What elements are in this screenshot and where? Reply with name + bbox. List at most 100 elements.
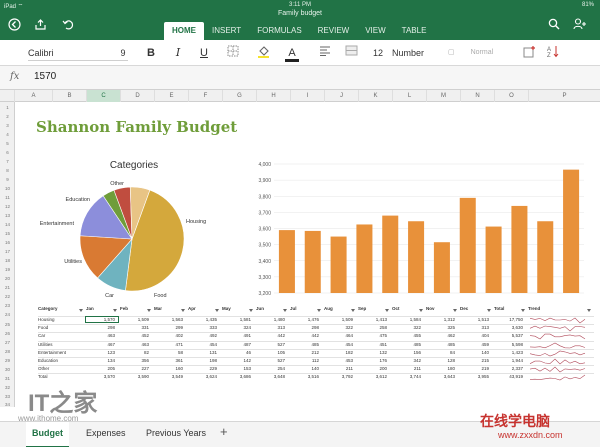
table-cell[interactable]: 3,643	[426, 374, 458, 379]
table-cell[interactable]: 322	[392, 325, 424, 330]
table-cell[interactable]: 3,648	[256, 374, 288, 379]
table-cell[interactable]: 3,549	[154, 374, 186, 379]
table-cell[interactable]: 527	[256, 358, 288, 363]
column-header-j[interactable]: J	[325, 90, 359, 102]
table-cell[interactable]: 453	[324, 358, 356, 363]
table-cell[interactable]: 3,516	[290, 374, 322, 379]
font-size-value[interactable]: 9	[118, 45, 128, 61]
table-cell[interactable]: 451	[358, 342, 390, 347]
table-header-jun[interactable]: Jun	[256, 306, 288, 316]
table-cell[interactable]: 299	[154, 325, 186, 330]
number-format-dropdown[interactable]: Number	[392, 45, 438, 61]
table-header-jan[interactable]: Jan	[86, 306, 118, 316]
table-cell[interactable]: 459	[460, 342, 492, 347]
table-cell[interactable]: 58	[154, 350, 186, 355]
add-sheet-button[interactable]: +	[220, 424, 228, 439]
sheet-tab-budget[interactable]: Budget	[26, 422, 69, 447]
table-header-jul[interactable]: Jul	[290, 306, 322, 316]
fill-color-icon[interactable]	[256, 45, 270, 61]
row-header-13[interactable]: 13	[0, 213, 15, 218]
row-header-10[interactable]: 10	[0, 186, 15, 191]
table-row-label[interactable]: Car	[38, 333, 84, 338]
table-cell[interactable]: 3,955	[460, 374, 492, 379]
table-cell[interactable]: 132	[358, 350, 390, 355]
table-header-apr[interactable]: Apr	[188, 306, 220, 316]
back-icon[interactable]	[6, 17, 22, 31]
column-header-o[interactable]: O	[495, 90, 529, 102]
table-cell[interactable]: 3,612	[358, 374, 390, 379]
table-row-label[interactable]: Total	[38, 374, 84, 379]
bar-apr[interactable]	[356, 224, 373, 293]
column-header-k[interactable]: K	[359, 90, 393, 102]
underline-button[interactable]: U	[198, 45, 210, 61]
table-cell[interactable]: 361	[154, 358, 186, 363]
column-header-l[interactable]: L	[393, 90, 427, 102]
row-header-15[interactable]: 15	[0, 231, 15, 236]
column-header-a[interactable]: A	[15, 90, 53, 102]
table-cell[interactable]: 442	[256, 333, 288, 338]
table-cell[interactable]: 527	[256, 342, 288, 347]
font-color-button[interactable]: A	[284, 45, 300, 62]
column-header-g[interactable]: G	[223, 90, 257, 102]
table-cell[interactable]: 211	[324, 366, 356, 371]
table-cell[interactable]: 455	[392, 333, 424, 338]
formula-input[interactable]: 1570	[34, 71, 56, 82]
monthly-total-bar-chart[interactable]: 3,200 3,300 3,400 3,500 3,600 3,700 3,800 3,900…	[248, 158, 592, 300]
table-cell[interactable]: 485	[392, 342, 424, 347]
column-header-d[interactable]: D	[121, 90, 155, 102]
table-header-sep[interactable]: Sep	[358, 306, 390, 316]
table-cell[interactable]: 491	[222, 333, 254, 338]
table-cell[interactable]: 153	[222, 366, 254, 371]
table-cell[interactable]: 105	[256, 350, 288, 355]
table-cell[interactable]: 258	[358, 325, 390, 330]
table-header-dec[interactable]: Dec	[460, 306, 492, 316]
table-cell[interactable]: 454	[188, 342, 220, 347]
number-size[interactable]: 12	[372, 45, 384, 61]
select-all-corner[interactable]	[0, 90, 15, 102]
table-row-label[interactable]: Housing	[38, 317, 84, 322]
bar-dec[interactable]	[563, 169, 580, 293]
table-cell[interactable]: 17,750	[494, 317, 526, 322]
sort-filter-icon[interactable]: AZ	[546, 45, 564, 61]
table-cell[interactable]: 82	[120, 350, 152, 355]
search-icon[interactable]	[546, 17, 562, 31]
share-icon[interactable]	[32, 17, 48, 31]
table-cell[interactable]: 313	[256, 325, 288, 330]
table-cell[interactable]: 142	[222, 358, 254, 363]
table-cell[interactable]: 43,919	[494, 374, 526, 379]
table-cell[interactable]: 3,624	[188, 374, 220, 379]
table-cell[interactable]: 1,581	[222, 317, 254, 322]
table-cell[interactable]: 1,509	[120, 317, 152, 322]
table-cell[interactable]: 112	[290, 358, 322, 363]
table-cell[interactable]: 464	[324, 333, 356, 338]
table-cell[interactable]: 211	[392, 366, 424, 371]
table-cell[interactable]: 342	[392, 358, 424, 363]
table-cell[interactable]: 5,537	[494, 333, 526, 338]
bar-mar[interactable]	[330, 236, 347, 293]
table-cell[interactable]: 485	[290, 342, 322, 347]
table-cell[interactable]: 1,423	[494, 350, 526, 355]
row-header-8[interactable]: 8	[0, 168, 15, 173]
column-header-i[interactable]: I	[291, 90, 325, 102]
table-cell[interactable]: 452	[120, 333, 152, 338]
sheet-tab-previous-years[interactable]: Previous Years	[140, 422, 212, 447]
tab-insert[interactable]: INSERT	[204, 22, 249, 40]
row-header-33[interactable]: 33	[0, 394, 15, 399]
table-cell[interactable]: 1,435	[188, 317, 220, 322]
table-cell[interactable]: 463	[86, 333, 118, 338]
tab-view[interactable]: VIEW	[357, 22, 393, 40]
table-cell[interactable]: 182	[324, 350, 356, 355]
tab-table[interactable]: TABLE	[394, 22, 435, 40]
row-header-21[interactable]: 21	[0, 285, 15, 290]
row-header-2[interactable]: 2	[0, 114, 15, 119]
table-cell[interactable]: 3,570	[86, 374, 118, 379]
table-cell[interactable]: 298	[86, 325, 118, 330]
table-cell[interactable]: 1,480	[256, 317, 288, 322]
row-header-5[interactable]: 5	[0, 141, 15, 146]
table-cell[interactable]: 140	[290, 366, 322, 371]
table-header-nov[interactable]: Nov	[426, 306, 458, 316]
column-header-e[interactable]: E	[155, 90, 189, 102]
row-header-4[interactable]: 4	[0, 132, 15, 137]
tab-formulas[interactable]: FORMULAS	[249, 22, 309, 40]
bar-jan[interactable]	[278, 230, 295, 293]
